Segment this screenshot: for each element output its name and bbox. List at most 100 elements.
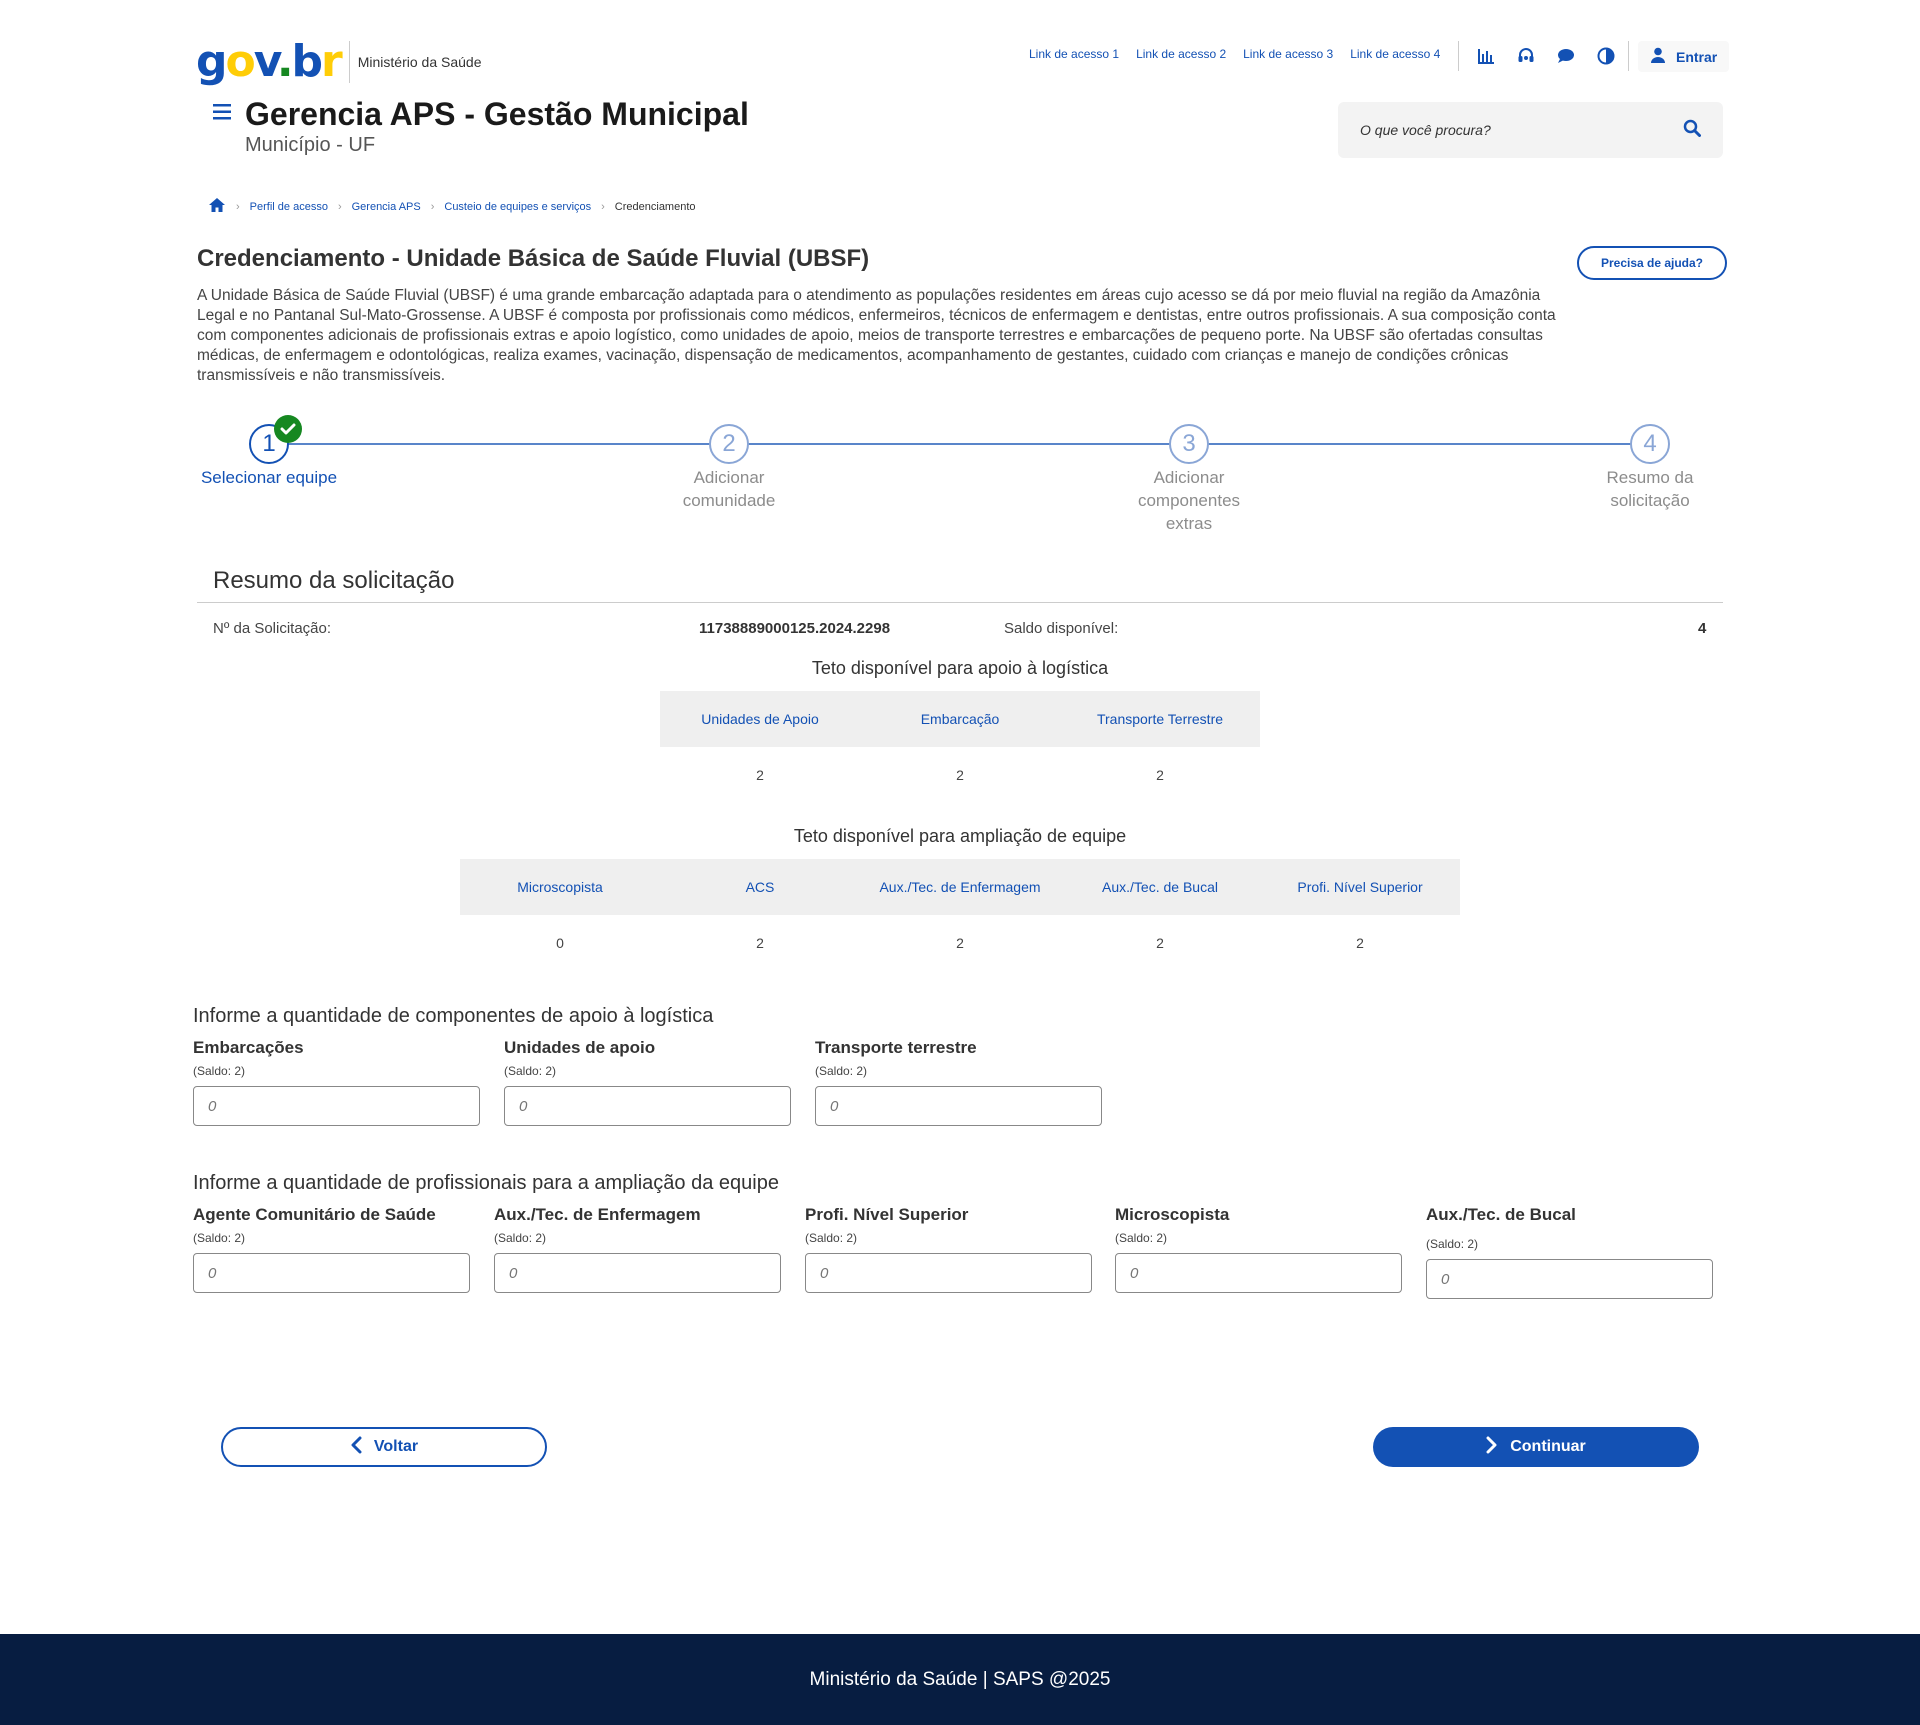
header-divider (1628, 41, 1629, 71)
continue-button[interactable]: Continuar (1373, 1427, 1699, 1467)
user-icon (1650, 47, 1666, 66)
table-header-cell: Aux./Tec. de Enfermagem (879, 879, 1041, 895)
table-cell: 2 (956, 767, 964, 783)
table-header-cell: ACS (745, 879, 775, 895)
app-title: Gerencia APS - Gestão Municipal (245, 96, 749, 132)
balance-value: 4 (1698, 620, 1707, 637)
gov-logo[interactable]: gov.br Ministério da Saúde (196, 40, 482, 84)
logo-letter: g (196, 36, 227, 87)
table-cell: 2 (756, 767, 764, 783)
field-label: Transporte terrestre (815, 1038, 977, 1057)
field-agente-comunitario: Agente Comunitário de Saúde (Saldo: 2) (193, 1205, 470, 1293)
header-icons (1472, 42, 1620, 70)
field-label: Embarcações (193, 1038, 304, 1057)
transporte-terrestre-input[interactable] (815, 1086, 1102, 1126)
embarcacoes-input[interactable] (193, 1086, 480, 1126)
logo-letter: b (291, 36, 323, 87)
team-form-title: Informe a quantidade de profissionais pa… (193, 1172, 779, 1194)
top-links: Link de acesso 1 Link de acesso 2 Link d… (1029, 47, 1440, 61)
table-cell: 2 (956, 935, 964, 951)
logo-letter: . (276, 36, 294, 87)
step-label: Selecionar equipe (169, 466, 369, 489)
continue-label: Continuar (1510, 1438, 1586, 1455)
field-hint: (Saldo: 2) (494, 1231, 547, 1245)
field-label: Profi. Nível Superior (805, 1205, 969, 1224)
breadcrumb-link[interactable]: Perfil de acesso (250, 201, 328, 213)
table-header-cell: Profi. Nível Superior (1297, 879, 1423, 895)
logo-divider (348, 41, 350, 83)
table-cell: 2 (1156, 767, 1164, 783)
summary-title: Resumo da solicitação (213, 567, 455, 594)
breadcrumb-current: Credenciamento (614, 200, 696, 213)
unidades-apoio-input[interactable] (504, 1086, 791, 1126)
access-link-3[interactable]: Link de acesso 3 (1243, 47, 1333, 61)
step-label-line: Adicionar (1153, 468, 1225, 487)
table-header-cell: Embarcação (920, 711, 1000, 727)
field-nivel-superior: Profi. Nível Superior (Saldo: 2) (805, 1205, 1092, 1293)
access-link-4[interactable]: Link de acesso 4 (1350, 47, 1440, 61)
team-table: Microscopista ACS Aux./Tec. de Enfermage… (460, 859, 1460, 971)
step-2[interactable]: 2 (709, 424, 749, 464)
field-hint: (Saldo: 2) (193, 1064, 246, 1078)
access-link-2[interactable]: Link de acesso 2 (1136, 47, 1226, 61)
field-embarcacoes: Embarcações (Saldo: 2) (193, 1038, 480, 1126)
field-label: Microscopista (1115, 1205, 1230, 1224)
search-bar[interactable]: O que você procura? (1338, 102, 1723, 158)
step-label: Adicionar componentes extras (1089, 466, 1289, 535)
step-label-line: Adicionar (693, 468, 765, 487)
login-label: Entrar (1676, 48, 1718, 65)
step-label: Adicionar comunidade (629, 466, 829, 512)
table-header-cell: Microscopista (517, 879, 603, 895)
microscopista-input[interactable] (1115, 1253, 1402, 1293)
field-hint: (Saldo: 2) (805, 1231, 858, 1245)
access-link-1[interactable]: Link de acesso 1 (1029, 47, 1119, 61)
chevron-right-icon: › (430, 200, 435, 213)
field-hint: (Saldo: 2) (1115, 1231, 1168, 1245)
table-cell: 2 (1156, 935, 1164, 951)
agente-comunitario-input[interactable] (193, 1253, 470, 1293)
back-button[interactable]: Voltar (221, 1427, 547, 1467)
page-description: A Unidade Básica de Saúde Fluvial (UBSF)… (197, 287, 1556, 384)
home-icon[interactable] (208, 197, 226, 216)
logo-letter: r (321, 36, 343, 87)
login-button[interactable]: Entrar (1638, 41, 1730, 72)
logo-letter: v (253, 36, 279, 87)
step-label-line: extras (1165, 514, 1213, 533)
page-title: Credenciamento - Unidade Básica de Saúde… (197, 245, 870, 272)
request-number-value: 11738889000125.2024.2298 (699, 620, 891, 637)
header-divider (1458, 41, 1459, 71)
check-icon (274, 415, 302, 443)
search-icon[interactable] (1683, 119, 1701, 142)
stepper-line (270, 443, 1650, 445)
table-header-cell: Transporte Terrestre (1096, 711, 1224, 727)
chart-icon[interactable] (1472, 42, 1500, 70)
help-button[interactable]: Precisa de ajuda? (1577, 246, 1727, 280)
step-number: 3 (1169, 424, 1209, 464)
hamburger-menu-icon[interactable] (213, 104, 231, 125)
chat-icon[interactable] (1552, 42, 1580, 70)
search-input[interactable]: O que você procura? (1360, 122, 1491, 138)
table-cell: 0 (556, 935, 564, 951)
aux-bucal-input[interactable] (1426, 1259, 1713, 1299)
chevron-right-icon: › (601, 200, 605, 213)
breadcrumb: › Perfil de acesso › Gerencia APS › Cust… (208, 197, 696, 216)
logistics-table: Unidades de Apoio Embarcação Transporte … (660, 691, 1260, 803)
field-aux-bucal: Aux./Tec. de Bucal (Saldo: 2) (1426, 1205, 1713, 1299)
breadcrumb-link[interactable]: Gerencia APS (352, 201, 421, 213)
field-hint: (Saldo: 2) (815, 1064, 868, 1078)
step-3[interactable]: 3 (1169, 424, 1209, 464)
nivel-superior-input[interactable] (805, 1253, 1092, 1293)
request-number-label: Nº da Solicitação: (213, 620, 332, 637)
table-row: 2 2 2 (660, 747, 1260, 803)
table-header-row: Microscopista ACS Aux./Tec. de Enfermage… (460, 859, 1460, 915)
table-row: 0 2 2 2 2 (460, 915, 1460, 971)
field-microscopista: Microscopista (Saldo: 2) (1115, 1205, 1402, 1293)
headset-icon[interactable] (1512, 42, 1540, 70)
step-4[interactable]: 4 (1630, 424, 1670, 464)
field-hint: (Saldo: 2) (1426, 1237, 1479, 1251)
step-number: 4 (1630, 424, 1670, 464)
aux-enfermagem-input[interactable] (494, 1253, 781, 1293)
contrast-icon[interactable] (1592, 42, 1620, 70)
chevron-left-icon (350, 1436, 362, 1459)
breadcrumb-link[interactable]: Custeio de equipes e serviços (444, 201, 591, 213)
